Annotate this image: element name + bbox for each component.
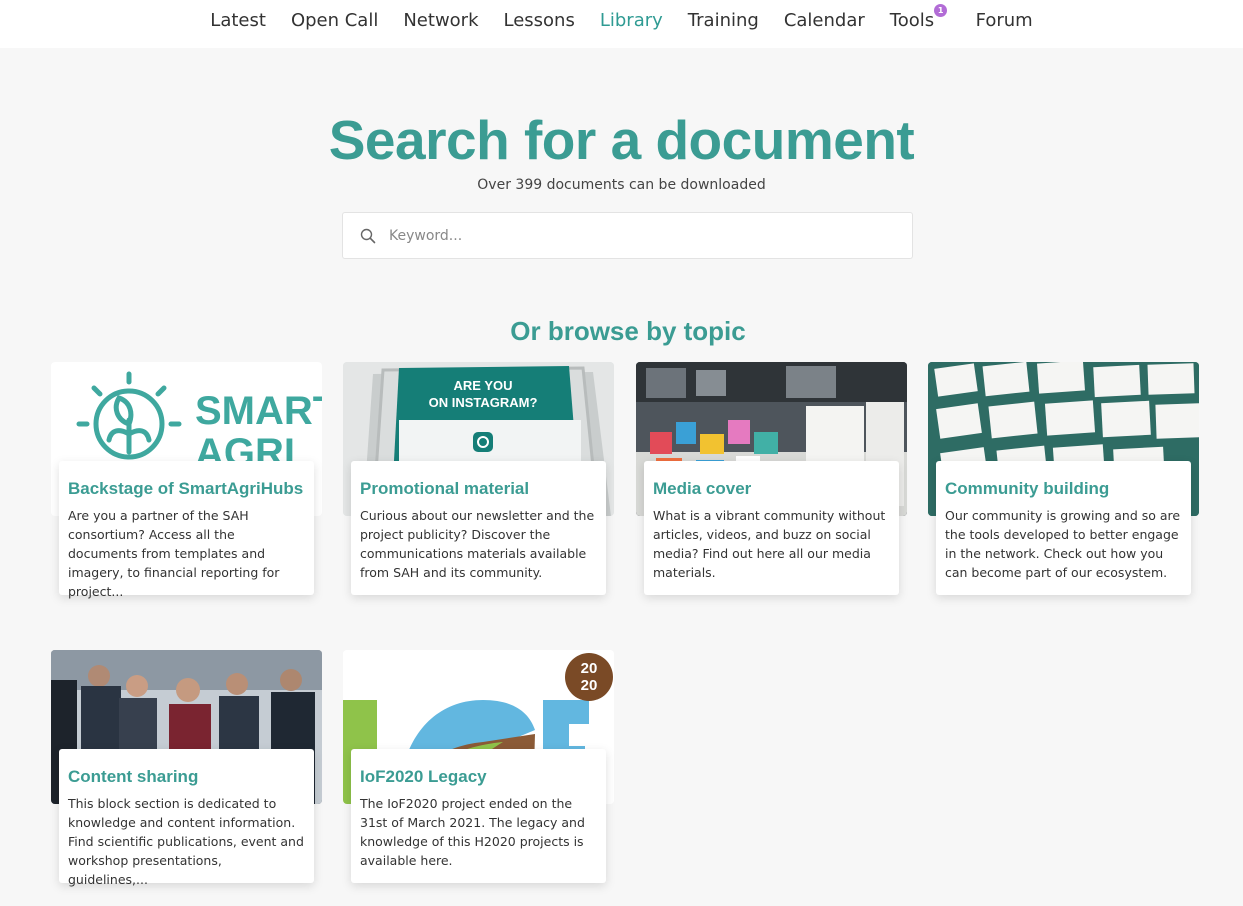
search-input[interactable] (383, 213, 912, 258)
top-nav: Latest Open Call Network Lessons Library… (0, 0, 1243, 48)
card-title[interactable]: Backstage of SmartAgriHubs (68, 479, 305, 499)
card-title[interactable]: Content sharing (68, 767, 305, 787)
search-box (342, 212, 913, 259)
badge-text-top: 20 (581, 660, 598, 677)
topic-card-community-building[interactable]: Community building Our community is grow… (928, 362, 1199, 602)
card-description: Curious about our newsletter and the pro… (360, 508, 595, 580)
topic-card-content-sharing[interactable]: Content sharing This block section is de… (51, 650, 322, 890)
card-title[interactable]: IoF2020 Legacy (360, 767, 597, 787)
card-title[interactable]: Community building (945, 479, 1182, 499)
card-body: Promotional material Curious about our n… (351, 461, 606, 595)
nav-item-forum[interactable]: Forum (976, 10, 1033, 31)
card-description: This block section is dedicated to knowl… (68, 796, 304, 887)
card-description: Our community is growing and so are the … (945, 508, 1181, 580)
card-body: IoF2020 Legacy The IoF2020 project ended… (351, 749, 606, 883)
search-icon (343, 228, 383, 244)
nav-item-calendar[interactable]: Calendar (784, 10, 865, 31)
card-description: Are you a partner of the SAH consortium?… (68, 508, 280, 599)
nav-item-network[interactable]: Network (403, 10, 478, 31)
nav-item-library[interactable]: Library (600, 10, 663, 31)
card-body: Backstage of SmartAgriHubs Are you a par… (59, 461, 314, 599)
badge-text-bottom: 20 (581, 677, 598, 694)
nav-item-training[interactable]: Training (688, 10, 759, 31)
nav-item-tools[interactable]: Tools 1 (889, 4, 948, 31)
card-body: Content sharing This block section is de… (59, 749, 314, 887)
topic-card-backstage[interactable]: SMART AGRI Backstage of SmartAgriHubs Ar… (51, 362, 322, 602)
card-body: Media cover What is a vibrant community … (644, 461, 899, 595)
notification-badge: 1 (934, 4, 948, 17)
sign-text-line-1: ARE YOU (454, 378, 513, 393)
topic-card-iof2020-legacy[interactable]: 20 20 IoF2020 Legacy The IoF2020 project… (343, 650, 614, 890)
sign-text-line-2: ON INSTAGRAM? (429, 395, 538, 410)
document-count-subtitle: Over 399 documents can be downloaded (477, 177, 766, 193)
logo-text-smart: SMART (195, 389, 322, 433)
topic-card-promotional[interactable]: ARE YOU ON INSTAGRAM? Promotional materi… (343, 362, 614, 602)
card-description: The IoF2020 project ended on the 31st of… (360, 796, 585, 868)
page-title: Search for a document (328, 109, 915, 171)
card-description: What is a vibrant community without arti… (653, 508, 886, 580)
nav-item-open-call[interactable]: Open Call (291, 10, 378, 31)
browse-heading: Or browse by topic (510, 316, 746, 346)
nav-item-lessons[interactable]: Lessons (504, 10, 575, 31)
topic-card-media-cover[interactable]: Media cover What is a vibrant community … (636, 362, 907, 602)
card-title[interactable]: Promotional material (360, 479, 597, 499)
card-body: Community building Our community is grow… (936, 461, 1191, 595)
card-title[interactable]: Media cover (653, 479, 890, 499)
nav-item-latest[interactable]: Latest (210, 10, 266, 31)
nav-item-tools-label: Tools (889, 10, 935, 31)
